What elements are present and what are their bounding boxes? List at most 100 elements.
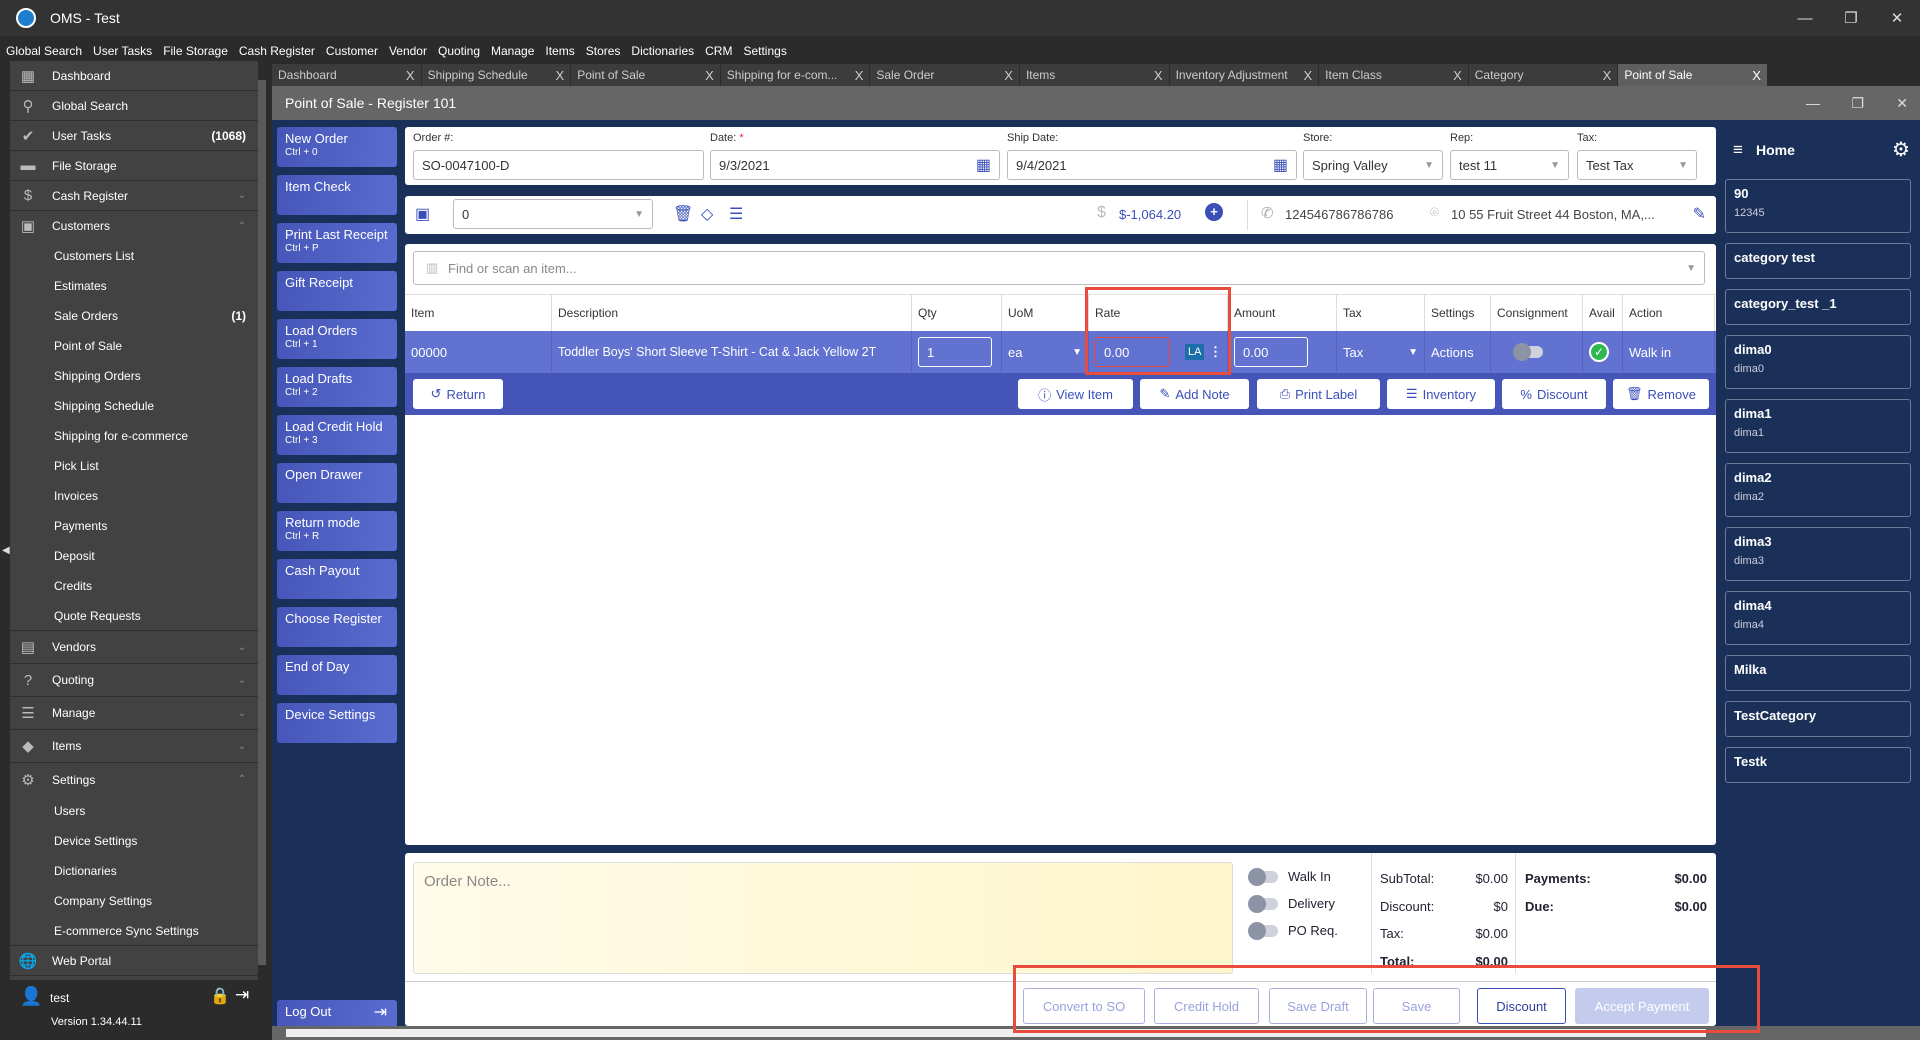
add-payment-icon[interactable]: + <box>1205 203 1223 221</box>
sign-out-icon[interactable]: ⇥ <box>235 985 249 1005</box>
collapse-sidebar-icon[interactable]: ◀ <box>2 545 10 556</box>
return-button[interactable]: ↺ Return <box>413 379 503 409</box>
tab[interactable]: Dashboard X <box>272 64 422 86</box>
store-select[interactable]: Spring Valley ▼ <box>1303 150 1443 180</box>
sidebar-subitem[interactable]: Invoices <box>10 481 258 511</box>
menu-item[interactable]: Items <box>545 44 574 58</box>
sidebar-scrollbar[interactable] <box>258 80 266 965</box>
gear-icon[interactable]: ⚙ <box>1892 137 1910 162</box>
category-card[interactable]: category_test _1 <box>1725 289 1911 325</box>
sidebar-item[interactable]: ▤ Vendors ⌄ <box>10 631 258 664</box>
sidebar-item[interactable]: $ Cash Register ⌄ <box>10 181 258 211</box>
maximize-button[interactable]: ❐ <box>1828 0 1874 36</box>
pos-button[interactable]: Device Settings <box>277 703 397 743</box>
sidebar-subitem[interactable]: Shipping for e-commerce <box>10 421 258 451</box>
category-card[interactable]: dima4 dima4 <box>1725 591 1911 645</box>
calendar-icon[interactable]: ▦ <box>976 155 991 175</box>
tab[interactable]: Shipping Schedule X <box>421 64 572 86</box>
category-card[interactable]: category test <box>1725 243 1911 279</box>
toggle-switch[interactable] <box>1248 894 1278 913</box>
menu-item[interactable]: CRM <box>705 44 732 58</box>
pos-button[interactable]: Choose Register <box>277 607 397 647</box>
table-row[interactable]: 00000 Toddler Boys' Short Sleeve T-Shirt… <box>405 331 1716 373</box>
print-label-button[interactable]: ⎙ Print Label <box>1257 379 1380 409</box>
close-tab-icon[interactable]: X <box>1303 68 1312 83</box>
tab[interactable]: Sale Order X <box>870 64 1020 86</box>
toggle-switch[interactable] <box>1248 921 1278 940</box>
close-tab-icon[interactable]: X <box>1752 68 1761 83</box>
sidebar-subitem[interactable]: Point of Sale <box>10 331 258 361</box>
tab[interactable]: Item Class X <box>1319 64 1469 86</box>
customer-card-icon[interactable]: ▣ <box>415 204 430 224</box>
menu-item[interactable]: Manage <box>491 44 534 58</box>
qty-input[interactable]: 1 <box>918 337 992 367</box>
tag-icon[interactable]: ◇ <box>701 204 713 224</box>
tab[interactable]: Point of Sale X <box>571 64 721 86</box>
tab[interactable]: Shipping for e-com... X <box>720 64 871 86</box>
date-field[interactable]: 9/3/2021 ▦ <box>710 150 1000 180</box>
pos-button[interactable]: Return mode Ctrl + R <box>277 511 397 551</box>
toggle-switch[interactable] <box>1248 867 1278 886</box>
calendar-icon[interactable]: ▦ <box>1273 155 1288 175</box>
tab[interactable]: Inventory Adjustment X <box>1169 64 1320 86</box>
sidebar-item[interactable]: ◆ Items ⌄ <box>10 730 258 763</box>
pos-button[interactable]: New Order Ctrl + 0 <box>277 127 397 167</box>
tab[interactable]: Point of Sale X <box>1618 64 1768 86</box>
consignment-toggle[interactable] <box>1513 343 1543 361</box>
menu-item[interactable]: Customer <box>326 44 378 58</box>
sidebar-item[interactable]: ☰ Manage ⌄ <box>10 697 258 730</box>
order-number-field[interactable]: SO-0047100-D <box>413 150 704 180</box>
pos-button[interactable]: Load Drafts Ctrl + 2 <box>277 367 397 407</box>
sidebar-subitem[interactable]: Estimates <box>10 271 258 301</box>
category-card[interactable]: Milka <box>1725 655 1911 691</box>
close-tab-icon[interactable]: X <box>705 68 714 83</box>
menu-item[interactable]: User Tasks <box>93 44 152 58</box>
sidebar-subitem[interactable]: Shipping Orders <box>10 361 258 391</box>
view-item-button[interactable]: ⓘ View Item <box>1018 379 1133 409</box>
menu-item[interactable]: Global Search <box>6 44 82 58</box>
pos-button[interactable]: Item Check <box>277 175 397 215</box>
category-card[interactable]: dima3 dima3 <box>1725 527 1911 581</box>
sidebar-item-settings[interactable]: ⚙ Settings ⌃ <box>10 763 258 796</box>
close-button[interactable]: ✕ <box>1874 0 1920 36</box>
sidebar-subitem[interactable]: Shipping Schedule <box>10 391 258 421</box>
sidebar-item[interactable]: ▬ File Storage <box>10 151 258 181</box>
menu-item[interactable]: Cash Register <box>239 44 315 58</box>
close-tab-icon[interactable]: X <box>1603 68 1612 83</box>
edit-icon[interactable]: ✎ <box>1693 204 1706 224</box>
pos-button[interactable]: End of Day <box>277 655 397 695</box>
sidebar-subitem[interactable]: Pick List <box>10 451 258 481</box>
menu-item[interactable]: Quoting <box>438 44 480 58</box>
menu-item[interactable]: Settings <box>743 44 786 58</box>
close-tab-icon[interactable]: X <box>556 68 565 83</box>
pos-button[interactable]: Print Last Receipt Ctrl + P <box>277 223 397 263</box>
tab[interactable]: Category X <box>1468 64 1619 86</box>
remove-button[interactable]: 🗑 Remove <box>1613 379 1709 409</box>
sidebar-subitem[interactable]: E-commerce Sync Settings <box>10 916 258 946</box>
sidebar-item[interactable]: ▦ Dashboard <box>10 61 258 91</box>
menu-item[interactable]: Dictionaries <box>631 44 694 58</box>
window-close-button[interactable]: ✕ <box>1896 95 1908 112</box>
minimize-button[interactable]: — <box>1782 0 1828 36</box>
close-tab-icon[interactable]: X <box>1154 68 1163 83</box>
add-note-button[interactable]: ✎ Add Note <box>1140 379 1249 409</box>
sidebar-subitem[interactable]: Credits <box>10 571 258 601</box>
menu-item[interactable]: File Storage <box>163 44 228 58</box>
sidebar-subitem[interactable]: Customers List <box>10 241 258 271</box>
ship-date-field[interactable]: 9/4/2021 ▦ <box>1007 150 1297 180</box>
sidebar-subitem[interactable]: Device Settings <box>10 826 258 856</box>
sidebar-item[interactable]: ⚲ Global Search <box>10 91 258 121</box>
inventory-button[interactable]: ☰ Inventory <box>1387 379 1495 409</box>
close-tab-icon[interactable]: X <box>406 68 415 83</box>
pos-button[interactable]: Load Credit Hold Ctrl + 3 <box>277 415 397 455</box>
discount-row-button[interactable]: % Discount <box>1502 379 1606 409</box>
rep-select[interactable]: test 11 ▼ <box>1450 150 1569 180</box>
item-search-input[interactable]: ▥ Find or scan an item... ▼ <box>413 251 1705 285</box>
close-tab-icon[interactable]: X <box>1004 68 1013 83</box>
category-card[interactable]: dima1 dima1 <box>1725 399 1911 453</box>
category-card[interactable]: 90 12345 <box>1725 179 1911 233</box>
trash-icon[interactable]: 🗑 <box>673 204 693 224</box>
cell-settings[interactable]: Actions <box>1425 331 1491 373</box>
window-minimize-button[interactable]: — <box>1806 95 1820 111</box>
category-card[interactable]: Testk <box>1725 747 1911 783</box>
